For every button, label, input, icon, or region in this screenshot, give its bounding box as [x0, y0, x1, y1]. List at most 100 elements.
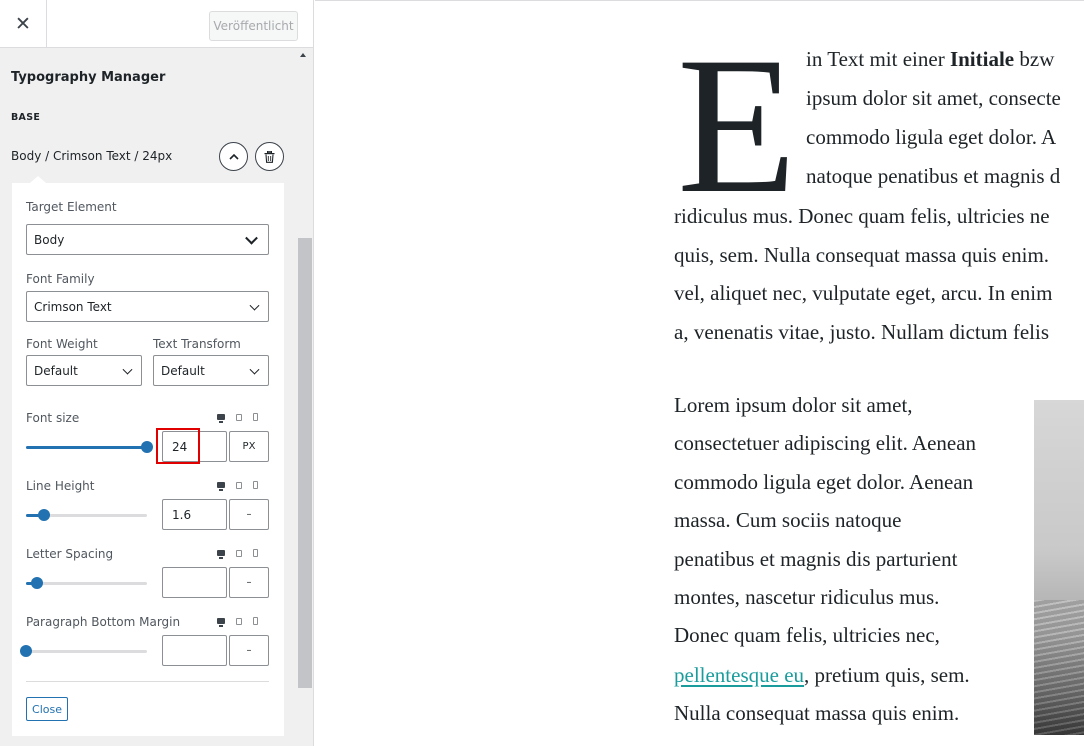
dropcap-line: ipsum dolor sit amet, consecte: [806, 86, 1061, 111]
chevron-down-icon: [249, 364, 260, 375]
line-height-input[interactable]: 1.6: [162, 499, 227, 530]
paragraph-line: montes, nascetur ridiculus mus.: [674, 585, 940, 609]
typography-rule-title: Body / Crimson Text / 24px: [11, 149, 173, 163]
letter-spacing-unit-button[interactable]: –: [229, 567, 269, 598]
slider-handle[interactable]: [141, 441, 153, 453]
font-weight-label: Font Weight: [26, 337, 98, 351]
target-element-value: Body: [34, 232, 65, 247]
paragraph-line: vel, aliquet nec, vulputate eget, arcu. …: [674, 281, 1053, 305]
text-transform-select[interactable]: Default: [153, 355, 269, 386]
target-element-label: Target Element: [26, 200, 117, 214]
letter-spacing-device-switcher: [217, 549, 258, 559]
line-text: ipsum dolor sit amet, consecte: [806, 86, 1061, 110]
trash-icon: [264, 150, 275, 163]
chevron-down-icon: [245, 231, 258, 245]
font-family-label: Font Family: [26, 272, 95, 286]
line-text: natoque penatibus et magnis d: [806, 164, 1061, 188]
link-line: pellentesque eu, pretium quis, sem.: [674, 663, 970, 688]
panel-divider: [26, 681, 269, 682]
slider-track: [26, 650, 147, 653]
slider-handle[interactable]: [30, 577, 43, 589]
paragraph-line: ridiculus mus. Donec quam felis, ultrici…: [674, 204, 1050, 228]
panel-notch: [30, 176, 46, 183]
dropcap-line: natoque penatibus et magnis d: [806, 164, 1060, 189]
paragraph-bottom-margin-input[interactable]: [162, 635, 227, 666]
font-size-unit-button[interactable]: PX: [229, 431, 269, 462]
letter-spacing-slider[interactable]: [26, 577, 147, 589]
site-preview: E in Text mit einer Initiale bzw ipsum do…: [315, 0, 1084, 746]
close-customizer-button[interactable]: ✕: [0, 0, 47, 48]
typography-settings-panel: Target Element Body Font Family Crimson …: [12, 176, 284, 736]
scrollbar-thumb[interactable]: [298, 238, 312, 688]
paragraph-line: massa. Cum sociis natoque: [674, 508, 902, 533]
line-text: bzw: [1014, 47, 1055, 71]
line-height-label: Line Height: [26, 479, 95, 493]
desktop-icon[interactable]: [217, 482, 225, 491]
font-size-slider[interactable]: [26, 441, 153, 453]
letter-spacing-input[interactable]: [162, 567, 227, 598]
bold-text: Initiale: [949, 47, 1015, 71]
paragraph-line: consectetuer adipiscing elit. Aenean: [674, 431, 977, 456]
content-link[interactable]: pellentesque eu: [674, 663, 804, 687]
desktop-icon[interactable]: [217, 550, 225, 559]
publish-button[interactable]: Veröffentlicht: [209, 11, 298, 41]
font-size-device-switcher: [217, 413, 258, 423]
highlight-annotation: [156, 428, 200, 464]
paragraph-bottom-margin-label: Paragraph Bottom Margin: [26, 615, 181, 629]
paragraph-line: Lorem ipsum dolor sit amet,: [674, 393, 913, 417]
dropcap-line: in Text mit einer Initiale bzw: [806, 47, 1054, 72]
tablet-icon[interactable]: [236, 549, 242, 557]
mobile-icon[interactable]: [253, 413, 258, 421]
close-icon: ✕: [15, 13, 31, 35]
line-height-device-switcher: [217, 481, 258, 491]
line-height-unit-button[interactable]: –: [229, 499, 269, 530]
mobile-icon[interactable]: [253, 617, 258, 625]
dropcap-line: commodo ligula eget dolor. A: [806, 125, 1056, 150]
chevron-up-icon: [228, 153, 239, 160]
text-transform-label: Text Transform: [153, 337, 241, 351]
paragraph-bottom-margin-unit-button[interactable]: –: [229, 635, 269, 666]
letter-spacing-label: Letter Spacing: [26, 547, 114, 561]
customizer-sidebar: ✕ Veröffentlicht Typography Manager BASE…: [0, 0, 314, 746]
collapse-rule-button[interactable]: [219, 142, 248, 171]
base-group-label: BASE: [11, 112, 41, 123]
link-line-rest: , pretium quis, sem.: [804, 663, 970, 687]
slider-handle[interactable]: [20, 645, 32, 657]
customizer-header: ✕ Veröffentlicht: [0, 0, 313, 48]
paragraph-bottom-margin-slider[interactable]: [20, 645, 147, 657]
chevron-down-icon: [249, 300, 260, 311]
desktop-icon[interactable]: [217, 618, 225, 627]
mobile-icon[interactable]: [253, 549, 258, 557]
chevron-down-icon: [122, 364, 133, 375]
target-element-select[interactable]: Body: [26, 224, 269, 255]
font-weight-select[interactable]: Default: [26, 355, 142, 386]
slider-track: [26, 582, 147, 585]
tablet-icon[interactable]: [236, 617, 242, 625]
paragraph-margin-device-switcher: [217, 617, 258, 627]
slider-handle[interactable]: [38, 509, 51, 521]
preview-top-border: [315, 0, 1084, 1]
paragraph-line: Donec quam felis, ultricies nec,: [674, 623, 940, 648]
scroll-up-arrow-icon[interactable]: [300, 53, 306, 57]
delete-rule-button[interactable]: [255, 142, 284, 171]
mobile-icon[interactable]: [253, 481, 258, 489]
font-size-label: Font size: [26, 411, 80, 425]
paragraph-line: a, venenatis vitae, justo. Nullam dictum…: [674, 319, 1049, 344]
tablet-icon[interactable]: [236, 413, 242, 421]
font-family-value: Crimson Text: [34, 299, 112, 314]
paragraph-line: commodo ligula eget dolor. Aenean: [674, 469, 974, 494]
font-weight-value: Default: [34, 363, 78, 378]
slider-fill: [26, 446, 147, 449]
paragraph-line: penatibus et magnis dis parturient: [674, 546, 958, 571]
line-text: commodo ligula eget dolor. A: [806, 125, 1057, 149]
drop-cap-letter: E: [677, 17, 797, 234]
text-transform-value: Default: [161, 363, 205, 378]
font-family-select[interactable]: Crimson Text: [26, 291, 269, 322]
section-title: Typography Manager: [11, 70, 166, 85]
desktop-icon[interactable]: [217, 414, 225, 423]
tablet-icon[interactable]: [236, 481, 242, 489]
close-panel-button[interactable]: Close: [26, 697, 68, 721]
paragraph-line: quis, sem. Nulla consequat massa quis en…: [674, 242, 1050, 267]
line-text: in Text mit einer: [806, 47, 950, 71]
line-height-slider[interactable]: [26, 509, 147, 521]
